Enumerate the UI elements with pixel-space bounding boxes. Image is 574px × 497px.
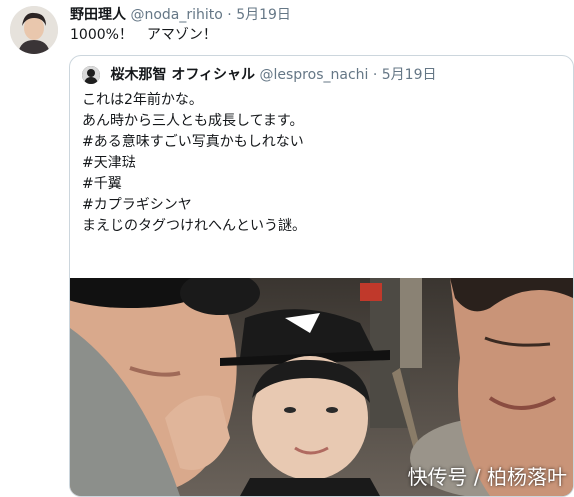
quoted-line: あん時から三人とも成長してます。 (82, 113, 304, 129)
header-separator: · (227, 7, 232, 23)
quoted-author-handle[interactable]: @lespros_nachi (260, 67, 369, 83)
tweet-photo[interactable]: 快传号 / 柏杨落叶 (70, 264, 573, 496)
tweet-date[interactable]: 5月19日 (236, 7, 291, 23)
quoted-avatar-portrait (82, 66, 100, 84)
quoted-author-avatar[interactable] (82, 66, 100, 84)
hashtag-link[interactable]: #天津琺 (82, 153, 306, 174)
quoted-line: これは2年前かな。 (82, 92, 203, 108)
quoted-tweet-date[interactable]: 5月19日 (382, 67, 437, 83)
avatar-portrait (10, 6, 58, 54)
author-name[interactable]: 野田理人 (70, 7, 126, 23)
hashtag-link[interactable]: #ある意味すごい写真かもしれない (82, 132, 306, 153)
quoted-tweet-card[interactable]: 桜木那智 オフィシャル @lespros_nachi · 5月19日 これは2年… (69, 55, 574, 497)
hashtag-link[interactable]: #千翼 (82, 174, 306, 195)
author-avatar[interactable] (10, 6, 58, 54)
quoted-author-name[interactable]: 桜木那智 オフィシャル (110, 67, 255, 83)
hashtag-link[interactable]: #カプラギシンヤ (82, 195, 306, 216)
watermark-text: 快传号 / 柏杨落叶 (407, 465, 567, 489)
tweet-header: 野田理人 @noda_rihito · 5月19日 (70, 6, 291, 24)
quoted-line: まえじのタグつけれへんという謎。 (82, 218, 306, 234)
quoted-header-separator: · (372, 67, 378, 83)
quoted-tweet-text: これは2年前かな。 あん時から三人とも成長してます。 #ある意味すごい写真かもし… (82, 90, 306, 237)
author-handle[interactable]: @noda_rihito (130, 7, 222, 23)
tweet-text: 1000%！ アマゾン！ (70, 27, 217, 43)
quoted-tweet-header: 桜木那智 オフィシャル @lespros_nachi · 5月19日 (82, 65, 437, 85)
